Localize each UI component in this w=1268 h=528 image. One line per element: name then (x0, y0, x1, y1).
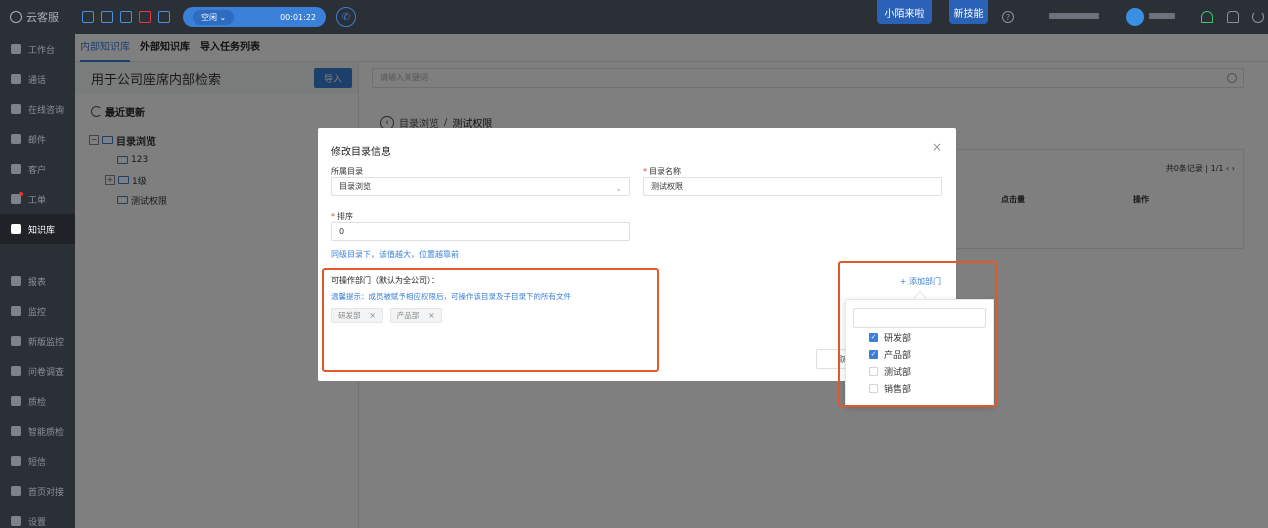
sort-value: 0 (339, 227, 345, 236)
wifi-icon (1201, 11, 1213, 23)
user-name-blurred (1149, 13, 1175, 19)
sidebar-item-ticket[interactable]: 工单 (0, 184, 75, 214)
chevron-down-icon: ⌄ (615, 184, 622, 193)
sort-label: * 排序 (331, 212, 353, 221)
phone-icon (11, 74, 21, 84)
sidebar-item-qc[interactable]: 质检 (0, 386, 75, 416)
app-logo: 云客服 (0, 0, 75, 34)
sidebar-item-label: 质检 (28, 397, 47, 408)
sidebar-item-survey[interactable]: 问卷调查 (0, 356, 75, 386)
status-label: 空闲 (201, 12, 217, 22)
sidebar-item-home-integration[interactable]: 首页对接 (0, 476, 75, 506)
sidebar-item-online-chat[interactable]: 在线咨询 (0, 94, 75, 124)
integration-icon (11, 486, 21, 496)
dir-name-label-text: 目录名称 (649, 167, 681, 176)
shield-icon (11, 396, 21, 406)
ticket-icon (11, 192, 23, 204)
parent-dir-label: 所属目录 (331, 167, 363, 176)
avatar[interactable] (1126, 8, 1144, 26)
user-icon (11, 164, 21, 174)
sidebar-item-label: 短信 (28, 457, 47, 468)
topbar: 空闲 ⌄ 00:01:22 ✆ 小陌来啦 新技能 ? (75, 0, 1268, 34)
sort-label-text: 排序 (337, 212, 353, 221)
new-skill-badge[interactable]: 新技能 (949, 0, 988, 24)
sidebar-item-settings[interactable]: 设置 (0, 506, 75, 528)
call-timer: 00:01:22 (280, 12, 316, 22)
sidebar-item-label: 客户 (28, 165, 47, 176)
sidebar-item-label: 新版监控 (28, 337, 65, 348)
user-info-blurred (1049, 13, 1099, 19)
sidebar-item-label: 智能质检 (28, 427, 65, 438)
sidebar-item-sms[interactable]: 短信 (0, 446, 75, 476)
parent-dir-value: 目录浏览 (339, 182, 371, 191)
sidebar-item-label: 工单 (28, 195, 47, 206)
monitor-icon (11, 306, 21, 316)
logo-icon (10, 11, 22, 23)
close-icon[interactable]: × (932, 140, 942, 154)
book-icon (11, 224, 21, 234)
sidebar-item-report[interactable]: 报表 (0, 266, 75, 296)
sidebar-item-smart-qc[interactable]: 智能质检 (0, 416, 75, 446)
sidebar-item-label: 报表 (28, 277, 47, 288)
help-icon[interactable]: ? (1002, 11, 1014, 23)
survey-icon (11, 366, 21, 376)
sort-hint: 同级目录下，该值越大，位置越靠前 (331, 250, 459, 259)
gear-icon (11, 516, 21, 526)
power-icon[interactable] (1252, 11, 1264, 23)
parent-dir-select[interactable]: 目录浏览 ⌄ (331, 177, 630, 196)
sidebar-item-mail[interactable]: 邮件 (0, 124, 75, 154)
sidebar-item-label: 首页对接 (28, 487, 65, 498)
agent-status-pill[interactable]: 空闲 ⌄ 00:01:22 (183, 7, 326, 27)
sidebar-item-label: 在线咨询 (28, 105, 65, 116)
status-select[interactable]: 空闲 ⌄ (193, 9, 235, 25)
notification-dot (19, 192, 23, 196)
phone-icon[interactable]: ✆ (336, 7, 356, 27)
sidebar-item-new-monitor[interactable]: 新版监控 (0, 326, 75, 356)
bar-chart-icon (11, 276, 21, 286)
sidebar: 云客服 工作台 通话 在线咨询 邮件 客户 工单 知识库 报表 监控 新版监控 … (0, 0, 75, 528)
dir-name-value: 测试权限 (651, 182, 683, 191)
chat-bubble-icon[interactable] (120, 11, 132, 23)
sms-icon (11, 456, 21, 466)
agent-icon[interactable] (158, 11, 170, 23)
bell-icon[interactable] (1227, 11, 1239, 23)
smart-qc-icon (11, 426, 21, 436)
mail-icon (11, 134, 21, 144)
highlight-dept-dropdown (838, 261, 997, 407)
mail-alert-icon[interactable] (139, 11, 151, 23)
sidebar-item-workbench[interactable]: 工作台 (0, 34, 75, 64)
sidebar-item-label: 知识库 (28, 225, 56, 236)
dir-name-input[interactable]: 测试权限 (643, 177, 942, 196)
sidebar-item-label: 问卷调查 (28, 367, 65, 378)
sort-input[interactable]: 0 (331, 222, 630, 241)
sidebar-item-label: 设置 (28, 517, 47, 528)
chat-icon (11, 104, 21, 114)
app-name: 云客服 (26, 11, 59, 24)
sidebar-item-label: 通话 (28, 75, 47, 86)
announce-icon[interactable] (101, 11, 113, 23)
dir-name-label: * 目录名称 (643, 167, 681, 176)
menu-icon[interactable] (82, 11, 94, 23)
sidebar-item-customer[interactable]: 客户 (0, 154, 75, 184)
sidebar-item-knowledge-base[interactable]: 知识库 (0, 214, 75, 244)
sidebar-item-monitor[interactable]: 监控 (0, 296, 75, 326)
sidebar-item-label: 邮件 (28, 135, 47, 146)
home-icon (11, 44, 21, 54)
highlight-dept-section (322, 268, 659, 372)
modal-title: 修改目录信息 (331, 147, 391, 158)
xiaomo-badge[interactable]: 小陌来啦 (877, 0, 932, 24)
sidebar-item-call[interactable]: 通话 (0, 64, 75, 94)
sidebar-item-label: 工作台 (28, 45, 56, 56)
monitor-icon (11, 336, 21, 346)
sidebar-item-label: 监控 (28, 307, 47, 318)
